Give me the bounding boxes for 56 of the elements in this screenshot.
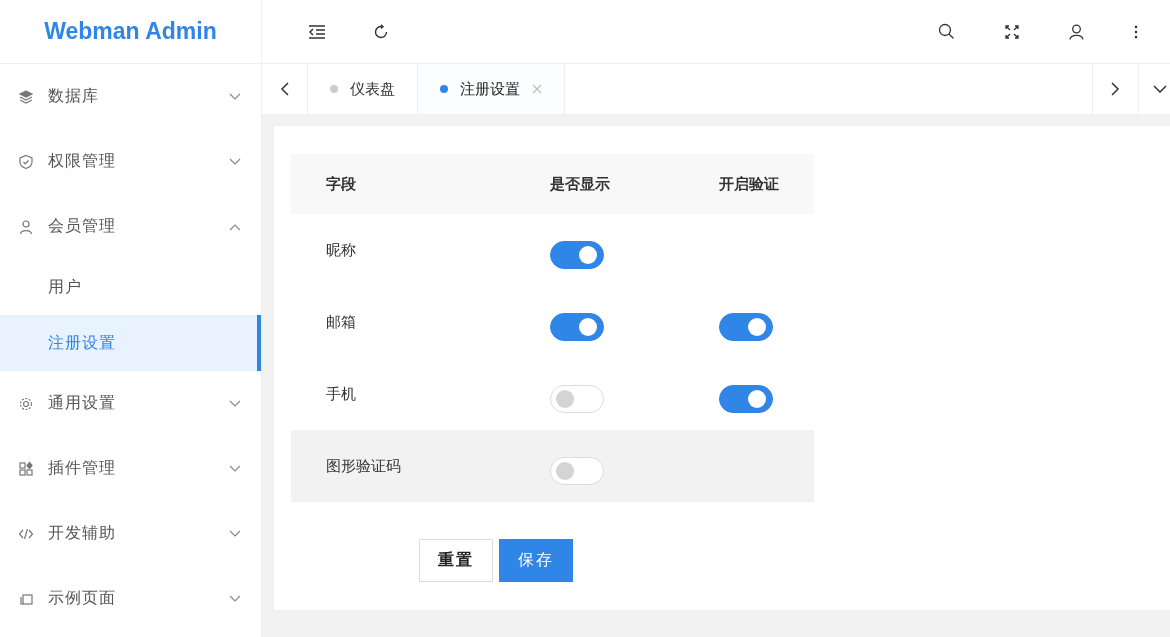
toggle-switch[interactable] <box>719 313 773 341</box>
tab-label: 仪表盘 <box>350 79 395 99</box>
shield-icon <box>18 153 34 170</box>
sidebar-item[interactable]: 数据库 <box>0 64 261 129</box>
toggle-switch[interactable] <box>550 241 604 269</box>
column-header: 开启验证 <box>684 154 814 214</box>
app-logo: Webman Admin <box>0 0 261 64</box>
sidebar-subitem[interactable]: 用户 <box>0 259 261 315</box>
layers-icon <box>18 88 34 105</box>
chevron-down-icon <box>1153 85 1167 94</box>
chevron-down-icon <box>229 399 241 408</box>
chevron-down-icon <box>229 594 241 603</box>
sidebar-item-label: 数据库 <box>48 86 100 106</box>
chevron-down-icon <box>229 92 241 101</box>
column-header: 是否显示 <box>515 154 684 214</box>
chevron-left-icon <box>280 82 289 97</box>
sidebar-item-label: 示例页面 <box>48 588 117 608</box>
column-header: 字段 <box>291 154 515 214</box>
sidebar-item[interactable]: 权限管理 <box>0 129 261 194</box>
sidebar-item-label: 插件管理 <box>48 458 117 478</box>
user-icon <box>18 218 34 235</box>
user-icon[interactable] <box>1069 23 1084 40</box>
sidebar-item[interactable]: 开发辅助 <box>0 501 261 566</box>
refresh-icon[interactable] <box>373 23 389 40</box>
table-cell: 昵称 <box>291 214 515 286</box>
fullscreen-icon[interactable] <box>1005 24 1019 39</box>
chevron-down-icon <box>229 529 241 538</box>
reset-button[interactable]: 重置 <box>419 539 493 582</box>
chevron-down-icon <box>229 464 241 473</box>
sidebar-item-label: 开发辅助 <box>48 523 117 543</box>
table-cell: 图形验证码 <box>291 430 515 502</box>
sidebar-item-label: 权限管理 <box>48 151 117 171</box>
gear-icon <box>18 395 34 412</box>
sidebar-item[interactable]: 通用设置 <box>0 371 261 436</box>
toggle-switch[interactable] <box>719 385 773 413</box>
save-button[interactable]: 保存 <box>499 539 573 582</box>
status-dot <box>440 85 448 94</box>
chevron-up-icon <box>229 222 241 231</box>
grid-icon <box>18 460 34 477</box>
sidebar-item[interactable]: 插件管理 <box>0 436 261 501</box>
tab-menu-button[interactable] <box>1138 64 1170 114</box>
sidebar-item-label: 会员管理 <box>48 216 117 236</box>
status-dot <box>330 85 338 94</box>
sidebar-item[interactable]: 示例页面 <box>0 566 261 631</box>
chevron-down-icon <box>229 157 241 166</box>
table-cell: 手机 <box>291 358 515 430</box>
collapse-menu-icon[interactable] <box>308 24 326 39</box>
sidebar-item[interactable]: 会员管理 <box>0 194 261 259</box>
tab-label: 注册设置 <box>460 79 520 99</box>
search-icon[interactable] <box>938 23 955 41</box>
more-icon[interactable] <box>1134 24 1138 39</box>
close-icon[interactable] <box>532 84 542 95</box>
sidebar-item-label: 通用设置 <box>48 393 117 413</box>
chevron-right-icon <box>1111 82 1120 97</box>
table-cell-text: 邮箱 <box>325 312 357 332</box>
toggle-switch[interactable] <box>550 313 604 341</box>
